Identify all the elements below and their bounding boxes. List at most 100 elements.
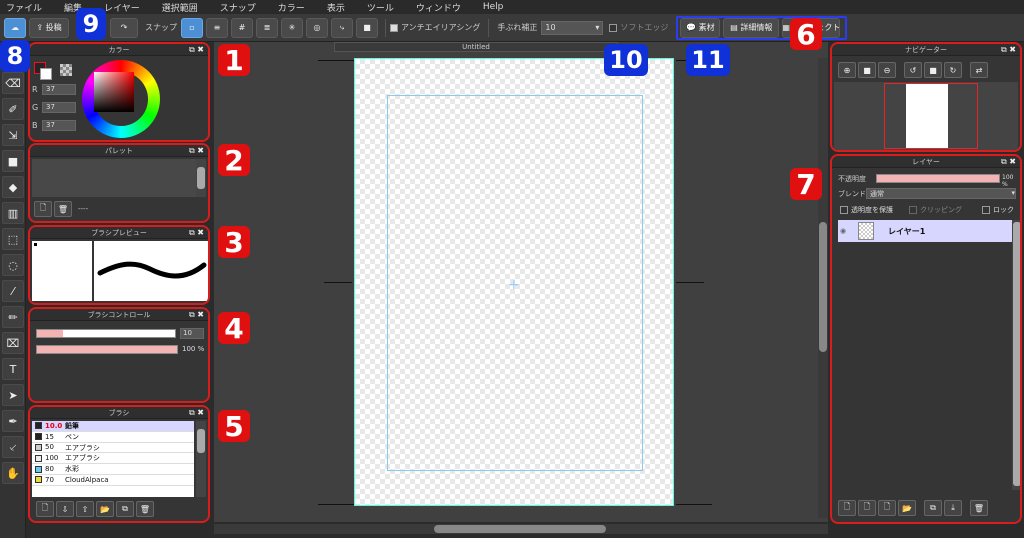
brush-list-item[interactable]: 15 ペン bbox=[32, 432, 194, 443]
menu-help[interactable]: Help bbox=[483, 2, 504, 12]
stabilizer-select[interactable]: 10 ▾ bbox=[541, 20, 604, 35]
delete-brush-button[interactable]: 🗑 bbox=[136, 501, 154, 517]
import-brush-button[interactable]: ⇩ bbox=[56, 501, 74, 517]
eye-icon[interactable]: ◉ bbox=[840, 227, 846, 235]
layer-opacity-slider[interactable] bbox=[876, 174, 1000, 183]
redo-button[interactable]: ↷ bbox=[110, 17, 138, 38]
panel-controls[interactable]: ⧉ ✖ bbox=[189, 408, 204, 418]
fill-tool[interactable]: ■ bbox=[2, 150, 24, 172]
palette-scrollbar[interactable] bbox=[196, 159, 206, 197]
delete-layer-button[interactable]: 🗑 bbox=[970, 500, 988, 516]
brush-list-item[interactable]: 10.0 鉛筆 bbox=[32, 421, 194, 432]
divide-tool[interactable]: ✒ bbox=[2, 410, 24, 432]
canvas-horizontal-scrollbar[interactable] bbox=[214, 524, 828, 534]
document-tab[interactable]: Untitled bbox=[334, 42, 618, 52]
panel-controls[interactable]: ⧉ ✖ bbox=[1001, 45, 1016, 55]
brush-opacity-slider[interactable] bbox=[36, 345, 178, 354]
menu-select[interactable]: 選択範囲 bbox=[162, 1, 198, 14]
move-tool[interactable]: ⇲ bbox=[2, 124, 24, 146]
select-eraser-tool[interactable]: ⌧ bbox=[2, 332, 24, 354]
menu-snap[interactable]: スナップ bbox=[220, 1, 256, 14]
brush-list-item[interactable]: 100 エアブラシ bbox=[32, 453, 194, 465]
rotate-right-button[interactable]: ↻ bbox=[944, 62, 962, 78]
blend-select[interactable]: 通常 ▾ bbox=[866, 188, 1016, 199]
duplicate-brush-button[interactable]: ⧉ bbox=[116, 501, 134, 517]
lock-checkbox[interactable] bbox=[982, 206, 990, 214]
zoom-in-button[interactable]: ⊕ bbox=[838, 62, 856, 78]
panel-controls[interactable]: ⧉ ✖ bbox=[189, 45, 204, 55]
hand-tool[interactable]: ✋ bbox=[2, 462, 24, 484]
new-brush-button[interactable]: 🗋 bbox=[36, 501, 54, 517]
eyedropper-tool[interactable]: ⸔ bbox=[2, 436, 24, 458]
b-input[interactable]: 37 bbox=[42, 120, 76, 131]
menu-file[interactable]: ファイル bbox=[6, 1, 42, 14]
menu-view[interactable]: 表示 bbox=[327, 1, 345, 14]
new-folder-button[interactable]: 📂 bbox=[898, 500, 916, 516]
canvas-vertical-scrollbar[interactable] bbox=[818, 58, 828, 518]
duplicate-layer-button[interactable]: ⧉ bbox=[924, 500, 942, 516]
r-input[interactable]: 37 bbox=[42, 84, 76, 95]
fit-button[interactable]: ■ bbox=[858, 62, 876, 78]
bucket-tool[interactable]: ◆ bbox=[2, 176, 24, 198]
cloud-button[interactable]: ☁ bbox=[4, 17, 26, 38]
text-tool[interactable]: T bbox=[2, 358, 24, 380]
snap-grid-button[interactable]: # bbox=[231, 17, 253, 38]
new-palette-button[interactable]: 🗋 bbox=[34, 201, 52, 217]
antialias-checkbox[interactable] bbox=[390, 23, 398, 32]
layer-scrollbar[interactable] bbox=[1012, 220, 1020, 490]
snap-curve-button[interactable]: ⤷ bbox=[331, 17, 353, 38]
transparent-color-swatch[interactable] bbox=[60, 64, 72, 76]
new-layer-8bit-button[interactable]: 🗋 bbox=[858, 500, 876, 516]
details-button[interactable]: ▤ 詳細情報 bbox=[723, 17, 780, 38]
brush-size-slider[interactable] bbox=[36, 329, 176, 338]
open-folder-button[interactable]: 📂 bbox=[96, 501, 114, 517]
layer-row[interactable]: ◉ レイヤー1 bbox=[838, 220, 1012, 242]
palette-swatch-area[interactable] bbox=[32, 159, 196, 197]
new-layer-button[interactable]: 🗋 bbox=[838, 500, 856, 516]
snap-circle-button[interactable]: ◎ bbox=[306, 17, 328, 38]
magic-wand-tool[interactable]: ⁄ bbox=[2, 280, 24, 302]
menu-tools[interactable]: ツール bbox=[367, 1, 394, 14]
flip-horizontal-button[interactable]: ⇄ bbox=[970, 62, 988, 78]
dot-brush-tool[interactable]: ✐ bbox=[2, 98, 24, 120]
menu-layer[interactable]: レイヤー bbox=[104, 1, 140, 14]
panel-controls[interactable]: ⧉ ✖ bbox=[189, 310, 204, 320]
background-color-swatch[interactable] bbox=[40, 68, 52, 80]
g-input[interactable]: 37 bbox=[42, 102, 76, 113]
panel-controls[interactable]: ⧉ ✖ bbox=[189, 228, 204, 238]
export-brush-button[interactable]: ⇧ bbox=[76, 501, 94, 517]
menu-window[interactable]: ウィンドウ bbox=[416, 1, 461, 14]
material-button[interactable]: 💬 素材 bbox=[680, 17, 721, 38]
operation-tool[interactable]: ➤ bbox=[2, 384, 24, 406]
select-pen-tool[interactable]: ✏ bbox=[2, 306, 24, 328]
saturation-value-square[interactable] bbox=[94, 72, 134, 112]
drawing-canvas[interactable]: + bbox=[354, 58, 674, 506]
merge-down-button[interactable]: ⤓ bbox=[944, 500, 962, 516]
brush-size-value[interactable]: 10 bbox=[180, 328, 204, 339]
gradient-tool[interactable]: ▥ bbox=[2, 202, 24, 224]
panel-controls[interactable]: ⧉ ✖ bbox=[1001, 157, 1016, 167]
navigator-viewport[interactable] bbox=[884, 83, 978, 149]
soft-edge-checkbox[interactable] bbox=[609, 23, 618, 32]
post-button[interactable]: ⇪ 投稿 bbox=[29, 17, 69, 38]
menu-color[interactable]: カラー bbox=[278, 1, 305, 14]
brush-list-item[interactable]: 50 エアブラシ bbox=[32, 443, 194, 454]
navigator-preview[interactable] bbox=[834, 82, 1018, 150]
snap-settings-button[interactable]: ■ bbox=[356, 17, 378, 38]
eraser-tool[interactable]: ⌫ bbox=[2, 72, 24, 94]
lasso-tool[interactable]: ◌ bbox=[2, 254, 24, 276]
clipping-checkbox[interactable] bbox=[909, 206, 917, 214]
snap-off-button[interactable]: ▫ bbox=[181, 17, 203, 38]
reset-rotation-button[interactable]: ■ bbox=[924, 62, 942, 78]
panel-controls[interactable]: ⧉ ✖ bbox=[189, 146, 204, 156]
zoom-out-button[interactable]: ⊖ bbox=[878, 62, 896, 78]
protect-alpha-checkbox[interactable] bbox=[840, 206, 848, 214]
rotate-left-button[interactable]: ↺ bbox=[904, 62, 922, 78]
brush-list-item[interactable]: 80 水彩 bbox=[32, 464, 194, 475]
delete-palette-button[interactable]: 🗑 bbox=[54, 201, 72, 217]
snap-perspective-button[interactable]: ≣ bbox=[256, 17, 278, 38]
new-layer-1bit-button[interactable]: 🗋 bbox=[878, 500, 896, 516]
brush-scrollbar[interactable] bbox=[196, 421, 206, 497]
snap-radial-button[interactable]: ✳ bbox=[281, 17, 303, 38]
select-rect-tool[interactable]: ⬚ bbox=[2, 228, 24, 250]
